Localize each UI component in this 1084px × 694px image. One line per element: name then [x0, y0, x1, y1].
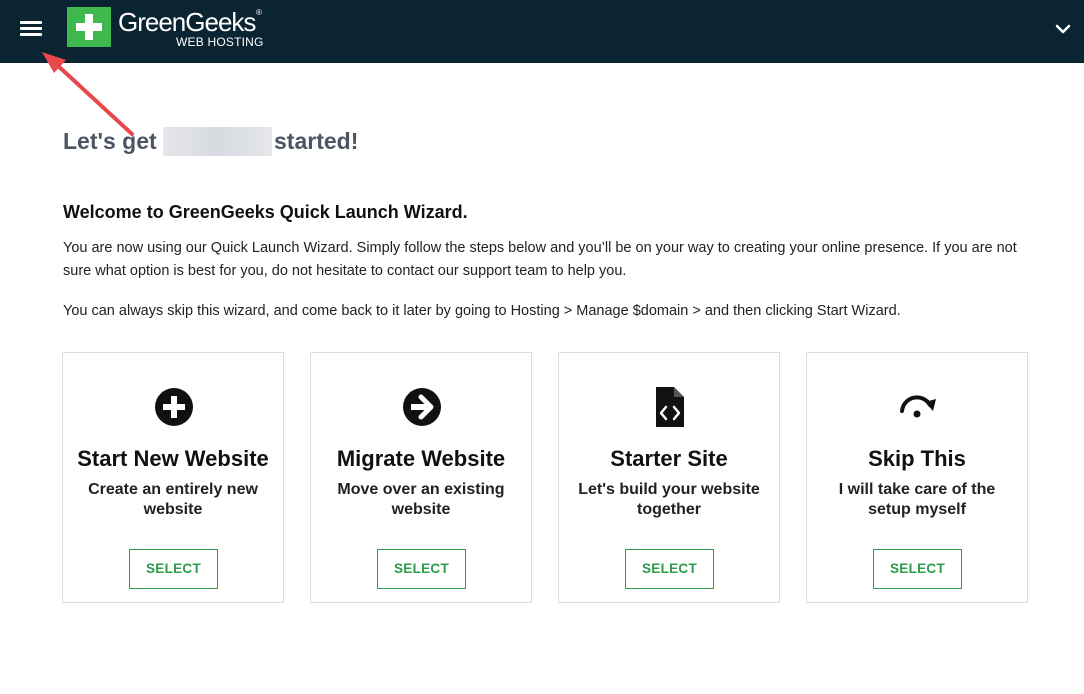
intro-text: You are now using our Quick Launch Wizar…	[63, 240, 1017, 279]
redacted-name	[163, 127, 272, 156]
logo-subtitle: WEB HOSTING	[176, 35, 264, 49]
card-title: Start New Website	[77, 446, 269, 471]
card-description: I will take care of the setup myself	[838, 481, 996, 518]
arrow-circle-right-icon	[402, 387, 442, 427]
select-starter-site-button[interactable]: SELECT	[625, 549, 714, 589]
card-title: Skip This	[868, 446, 966, 471]
logo-plus-icon	[67, 7, 111, 47]
card-description: Let's build your website together	[578, 481, 760, 518]
greengeeks-logo[interactable]: GreenGeeks ® WEB HOSTING	[67, 7, 267, 49]
page-title-end: started!	[274, 128, 359, 154]
card-starter-site: Starter Site Let's build your website to…	[558, 352, 780, 603]
card-start-new-website: Start New Website Create an entirely new…	[62, 352, 284, 603]
skip-info-text: You can always skip this wizard, and com…	[63, 303, 901, 319]
plus-circle-icon	[154, 387, 194, 427]
card-description: Move over an existing website	[337, 481, 505, 518]
card-title: Migrate Website	[336, 446, 506, 471]
card-migrate-website: Migrate Website Move over an existing we…	[310, 352, 532, 603]
select-skip-this-button[interactable]: SELECT	[873, 549, 962, 589]
code-file-icon	[650, 387, 690, 427]
page-title-start: Let's get	[63, 128, 157, 154]
logo-name: GreenGeeks	[118, 7, 256, 37]
hamburger-menu-icon[interactable]	[20, 20, 44, 38]
skip-redo-icon	[898, 387, 938, 427]
top-nav-bar: GreenGeeks ® WEB HOSTING	[0, 0, 1084, 63]
card-skip-this: Skip This I will take care of the setup …	[806, 352, 1028, 603]
card-title: Starter Site	[610, 446, 728, 471]
welcome-heading: Welcome to GreenGeeks Quick Launch Wizar…	[63, 202, 468, 222]
logo-registered-mark: ®	[256, 8, 262, 17]
select-start-new-website-button[interactable]: SELECT	[129, 549, 218, 589]
card-description: Create an entirely new website	[88, 481, 258, 518]
chevron-down-icon[interactable]	[1055, 22, 1071, 34]
select-migrate-website-button[interactable]: SELECT	[377, 549, 466, 589]
